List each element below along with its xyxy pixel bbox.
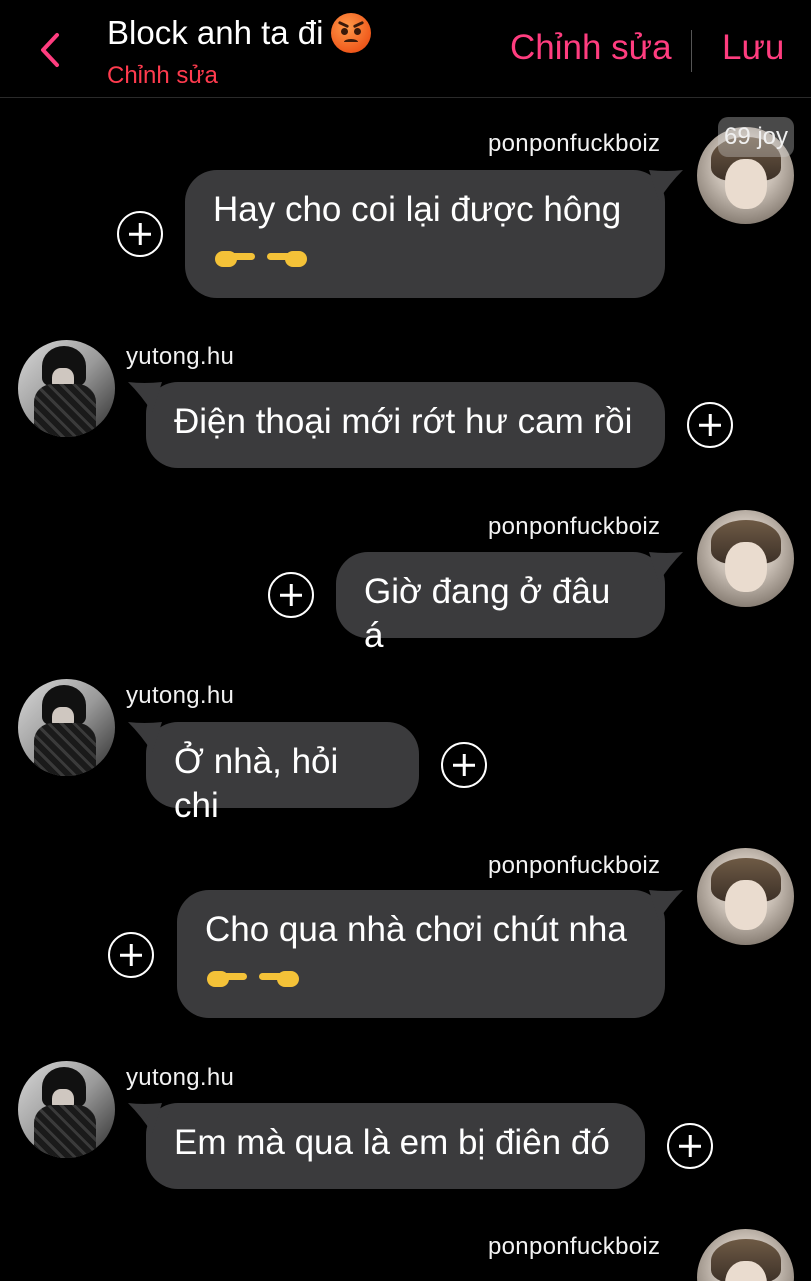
add-reaction-button[interactable] [108,932,154,978]
avatar[interactable] [18,679,115,776]
bubble-tail-icon [649,170,683,200]
message-text: Em mà qua là em bị điên đó [174,1123,610,1162]
sender-name: ponponfuckboiz [488,1233,661,1260]
message-bubble[interactable]: Ở nhà, hỏi chi [128,722,419,825]
message-bubble[interactable]: Em mà qua là em bị điên đó [128,1103,645,1189]
bubble-tail-icon [128,382,162,412]
reaction-badge: 69 joy [718,117,794,157]
edit-button[interactable]: Chỉnh sửa [510,28,672,68]
sender-name: yutong.hu [126,682,235,709]
save-button[interactable]: Lưu [722,28,784,68]
message-bubble[interactable]: Hay cho coi lại được hông [185,170,683,298]
avatar[interactable] [697,510,794,607]
sender-name: ponponfuckboiz [488,513,661,540]
chat-subtitle[interactable]: Chỉnh sửa [107,62,371,90]
message-text: Ở nhà, hỏi chi [174,742,339,825]
add-reaction-button[interactable] [667,1123,713,1169]
sender-name: ponponfuckboiz [488,852,661,879]
message-bubble[interactable]: Cho qua nhà chơi chút nha [177,890,683,1018]
header-divider [691,30,692,72]
avatar[interactable] [18,1061,115,1158]
chat-title: Block anh ta đi [107,10,372,56]
pointing-fingers-icon [213,232,637,276]
message-bubble[interactable]: Điện thoại mới rớt hư cam rồi [128,382,665,468]
avatar[interactable] [697,1229,794,1281]
bubble-tail-icon [649,552,683,582]
sender-name: yutong.hu [126,343,235,370]
message-text: Cho qua nhà chơi chút nha [205,910,627,949]
chevron-left-icon [41,33,59,67]
bubble-tail-icon [649,890,683,920]
pointing-fingers-icon [205,952,637,996]
angry-face-icon [331,13,372,53]
chat-header: Block anh ta đi Chỉnh sửa Chỉnh sửa Lưu [0,0,811,98]
sender-name: ponponfuckboiz [488,130,661,157]
message-text: Hay cho coi lại được hông [213,190,622,229]
bubble-tail-icon [128,722,162,752]
add-reaction-button[interactable] [268,572,314,618]
title-group: Block anh ta đi Chỉnh sửa [107,10,372,90]
message-bubble[interactable]: Giờ đang ở đâu á [336,552,683,655]
avatar[interactable] [18,340,115,437]
chat-title-text: Block anh ta đi [107,14,324,51]
message-text: Điện thoại mới rớt hư cam rồi [174,402,633,441]
message-text: Giờ đang ở đâu á [364,572,611,655]
add-reaction-button[interactable] [687,402,733,448]
back-button[interactable] [30,28,70,72]
sender-name: yutong.hu [126,1064,235,1091]
add-reaction-button[interactable] [117,211,163,257]
avatar[interactable] [697,848,794,945]
add-reaction-button[interactable] [441,742,487,788]
bubble-tail-icon [128,1103,162,1133]
